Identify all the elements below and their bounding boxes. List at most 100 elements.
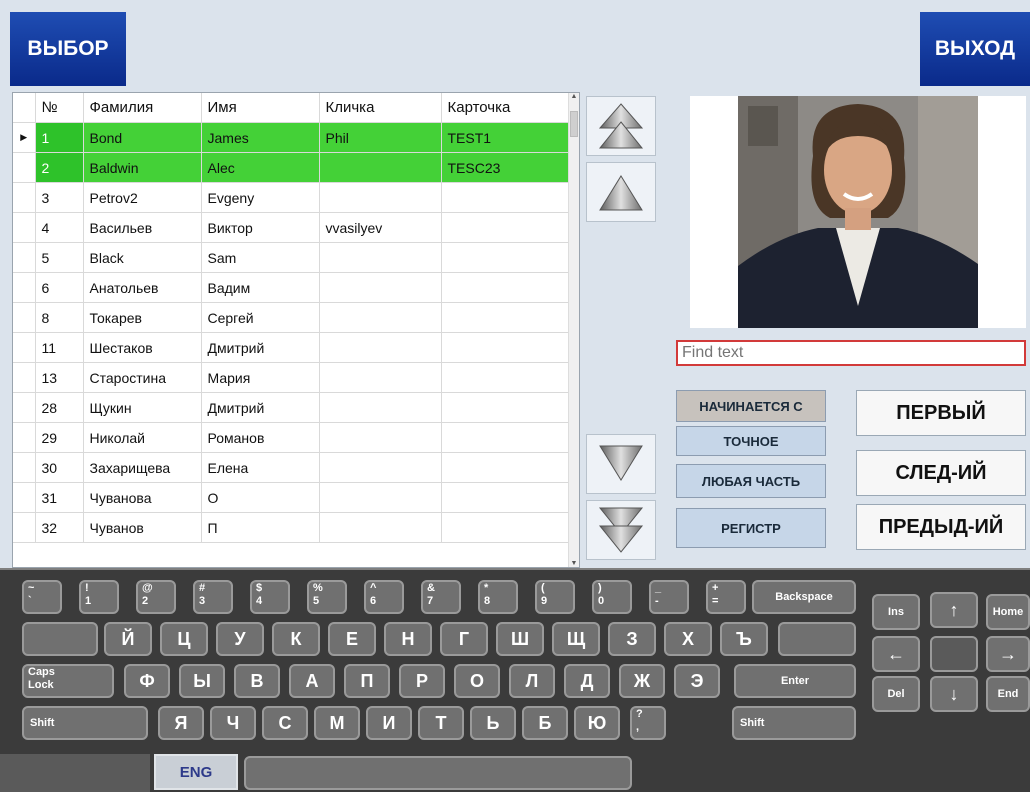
cell-card[interactable] [441,392,572,423]
cell-nickname[interactable] [319,302,442,333]
insert-key[interactable]: Ins [872,594,920,630]
key-letter[interactable]: Л [509,664,555,698]
row-indicator[interactable] [13,512,36,543]
cell-last-name[interactable]: Захарищева [83,452,202,483]
cell-first-name[interactable]: Sam [201,242,320,273]
cell-card[interactable] [441,512,572,543]
cell-nickname[interactable] [319,242,442,273]
cell-last-name[interactable]: Bond [83,122,202,153]
cell-number[interactable]: 2 [35,152,84,183]
cell-first-name[interactable]: Виктор [201,212,320,243]
enter-key[interactable]: Enter [734,664,856,698]
cell-last-name[interactable]: Анатольев [83,272,202,303]
previous-button[interactable]: ПРЕДЫД-ИЙ [856,504,1026,550]
caps-lock-key[interactable]: Caps Lock [22,664,114,698]
row-indicator[interactable] [13,362,36,393]
cell-nickname[interactable] [319,272,442,303]
cell-nickname[interactable] [319,332,442,363]
table-row[interactable]: 6 Анатольев Вадим [13,272,572,303]
cell-card[interactable]: TEST1 [441,122,572,153]
cell-card[interactable] [441,452,572,483]
cell-card[interactable] [441,302,572,333]
column-header[interactable]: Кличка [319,93,442,123]
row-indicator[interactable] [13,242,36,273]
cell-last-name[interactable]: Шестаков [83,332,202,363]
left-shift-key[interactable]: Shift [22,706,148,740]
cell-nickname[interactable] [319,452,442,483]
cell-first-name[interactable]: Романов [201,422,320,453]
cell-card[interactable] [441,212,572,243]
key-letter[interactable]: Ж [619,664,665,698]
cell-card[interactable]: TESC23 [441,152,572,183]
cell-number[interactable]: 32 [35,512,84,543]
cell-first-name[interactable]: Дмитрий [201,332,320,363]
key-symbol-10[interactable]: ) 0 [592,580,632,614]
cell-number[interactable]: 29 [35,422,84,453]
cell-last-name[interactable]: Щукин [83,392,202,423]
key-letter[interactable]: Ц [160,622,208,656]
key-letter[interactable]: Е [328,622,376,656]
first-button[interactable]: ПЕРВЫЙ [856,390,1026,436]
key-letter[interactable]: И [366,706,412,740]
row-indicator[interactable] [13,152,36,183]
cell-number[interactable]: 13 [35,362,84,393]
scroll-bottom-button[interactable] [586,500,656,560]
cell-number[interactable]: 1 [35,122,84,153]
cell-nickname[interactable]: vvasilyev [319,212,442,243]
mode-exact-button[interactable]: ТОЧНОЕ [676,426,826,456]
tab-key[interactable] [22,622,98,656]
scrollbar-thumb[interactable] [570,111,578,137]
key-letter[interactable]: В [234,664,280,698]
cell-card[interactable] [441,362,572,393]
cell-number[interactable]: 5 [35,242,84,273]
key-letter[interactable]: А [289,664,335,698]
table-row[interactable]: 11 Шестаков Дмитрий [13,332,572,363]
column-header[interactable]: № [35,93,84,123]
cell-number[interactable]: 4 [35,212,84,243]
key-letter[interactable]: Й [104,622,152,656]
key-symbol-5[interactable]: % 5 [307,580,347,614]
key-letter[interactable]: Ю [574,706,620,740]
cell-number[interactable]: 8 [35,302,84,333]
cell-first-name[interactable]: Evgeny [201,182,320,213]
key-letter[interactable]: М [314,706,360,740]
scroll-down-button[interactable] [586,434,656,494]
cell-nickname[interactable] [319,392,442,423]
cell-first-name[interactable]: James [201,122,320,153]
table-scrollbar[interactable]: ▲ ▼ [568,93,579,567]
key-letter[interactable]: Н [384,622,432,656]
scroll-up-icon[interactable]: ▲ [569,93,579,100]
table-row[interactable]: 29 Николай Романов [13,422,572,453]
table-row[interactable]: 30 Захарищева Елена [13,452,572,483]
cell-number[interactable]: 11 [35,332,84,363]
cell-nickname[interactable] [319,182,442,213]
key-letter[interactable]: З [608,622,656,656]
current-row-icon[interactable]: ▶ [13,122,36,153]
key-symbol-2[interactable]: @2 [136,580,176,614]
cell-number[interactable]: 30 [35,452,84,483]
arrow-left-key[interactable]: ← [872,636,920,672]
key-symbol-1[interactable]: ! 1 [79,580,119,614]
cell-last-name[interactable]: Чуванова [83,482,202,513]
cell-last-name[interactable]: Чуванов [83,512,202,543]
column-header[interactable]: Имя [201,93,320,123]
column-header[interactable]: Фамилия [83,93,202,123]
cell-card[interactable] [441,482,572,513]
cell-number[interactable]: 28 [35,392,84,423]
cell-last-name[interactable]: Petrov2 [83,182,202,213]
cell-card[interactable] [441,182,572,213]
table-row[interactable]: 3 Petrov2 Evgeny [13,182,572,213]
cell-last-name[interactable]: Николай [83,422,202,453]
key-letter[interactable]: Ь [470,706,516,740]
language-switch-key[interactable]: ENG [154,754,238,790]
row-indicator[interactable] [13,272,36,303]
row-indicator[interactable] [13,422,36,453]
key-letter[interactable]: К [272,622,320,656]
key-letter[interactable]: С [262,706,308,740]
table-row[interactable]: 32 Чуванов П [13,512,572,543]
scroll-down-icon[interactable]: ▼ [569,560,579,567]
cell-first-name[interactable]: Вадим [201,272,320,303]
cell-card[interactable] [441,242,572,273]
cell-last-name[interactable]: Black [83,242,202,273]
table-row[interactable]: 5 Black Sam [13,242,572,273]
